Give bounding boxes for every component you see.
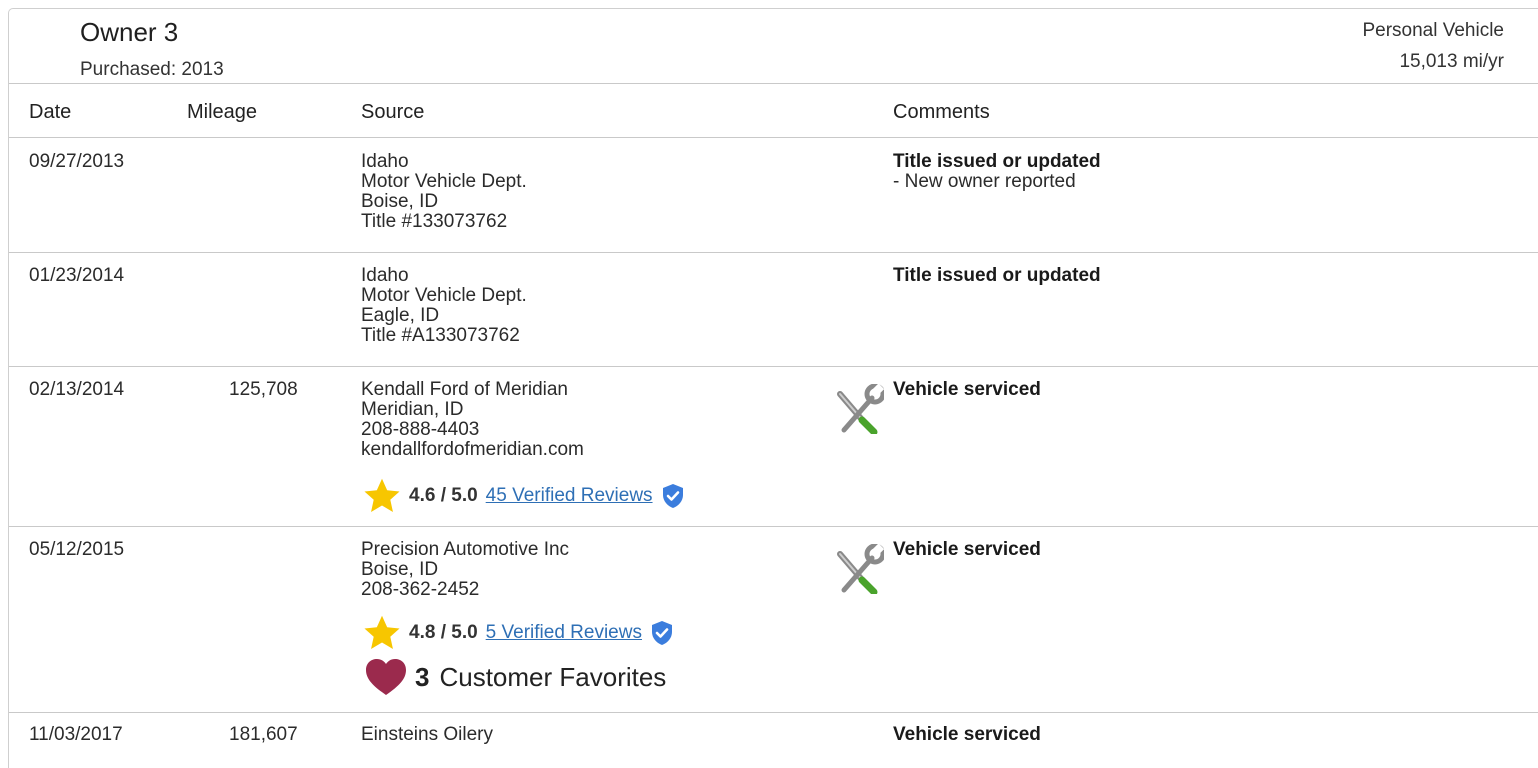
verified-reviews-link[interactable]: 5 Verified Reviews <box>486 622 642 644</box>
row-date: 01/23/2014 <box>29 265 125 286</box>
header-date: Date <box>29 101 72 123</box>
heart-icon <box>366 659 406 695</box>
comment-title: Vehicle serviced <box>893 379 1041 400</box>
comment-detail: - New owner reported <box>893 171 1076 192</box>
divider <box>9 252 1538 253</box>
comment-title: Title issued or updated <box>893 151 1101 172</box>
divider <box>9 137 1538 138</box>
row-date: 02/13/2014 <box>29 379 125 400</box>
row-date: 05/12/2015 <box>29 539 125 560</box>
divider <box>9 366 1538 367</box>
comment-title: Vehicle serviced <box>893 539 1041 560</box>
source-line: Title #133073762 <box>361 211 508 232</box>
source-line: 208-888-4403 <box>361 419 480 440</box>
source-line: Eagle, ID <box>361 305 440 326</box>
source-line: Boise, ID <box>361 191 439 212</box>
source-line: Idaho <box>361 265 409 286</box>
owner-vehicle-type: Personal Vehicle <box>1362 20 1504 41</box>
wrench-screwdriver-icon <box>837 384 884 434</box>
source-line: kendallfordofmeridian.com <box>361 439 584 460</box>
row-mileage: 181,607 <box>229 724 298 745</box>
verified-shield-icon <box>651 621 672 645</box>
source-line: Einsteins Oilery <box>361 724 493 745</box>
rating-line: 4.6 / 5.0 45 Verified Reviews <box>363 478 685 514</box>
divider <box>9 83 1538 84</box>
verified-reviews-link[interactable]: 45 Verified Reviews <box>486 485 653 507</box>
source-line: Motor Vehicle Dept. <box>361 285 527 306</box>
rating-line: 4.8 / 5.0 5 Verified Reviews <box>363 615 674 651</box>
row-mileage: 125,708 <box>229 379 298 400</box>
source-line: Motor Vehicle Dept. <box>361 171 527 192</box>
star-icon <box>364 615 400 649</box>
favorites-label: Customer Favorites <box>439 661 667 692</box>
owner-title: Owner 3 <box>80 17 179 47</box>
source-line: Meridian, ID <box>361 399 464 420</box>
header-comments: Comments <box>893 101 990 123</box>
source-line: Precision Automotive Inc <box>361 539 570 560</box>
star-icon <box>364 478 400 512</box>
source-line: Kendall Ford of Meridian <box>361 379 568 400</box>
source-line: Title #A133073762 <box>361 325 520 346</box>
wrench-screwdriver-icon <box>837 544 884 594</box>
customer-favorites: 3 Customer Favorites <box>365 658 666 696</box>
header-source: Source <box>361 101 425 123</box>
owner-purchased: Purchased: 2013 <box>80 59 224 80</box>
divider <box>9 526 1538 527</box>
favorites-count: 3 <box>415 661 430 692</box>
verified-shield-icon <box>662 484 683 508</box>
row-date: 11/03/2017 <box>29 724 123 745</box>
comment-title: Vehicle serviced <box>893 724 1041 745</box>
source-line: Boise, ID <box>361 559 439 580</box>
source-line: Idaho <box>361 151 409 172</box>
row-date: 09/27/2013 <box>29 151 125 172</box>
divider <box>9 712 1538 713</box>
owner-miles-per-year: 15,013 mi/yr <box>1399 51 1504 72</box>
source-line: 208-362-2452 <box>361 579 480 600</box>
rating-value: 4.6 / 5.0 <box>409 485 478 506</box>
rating-value: 4.8 / 5.0 <box>409 622 478 643</box>
header-mileage: Mileage <box>187 101 258 123</box>
comment-title: Title issued or updated <box>893 265 1101 286</box>
